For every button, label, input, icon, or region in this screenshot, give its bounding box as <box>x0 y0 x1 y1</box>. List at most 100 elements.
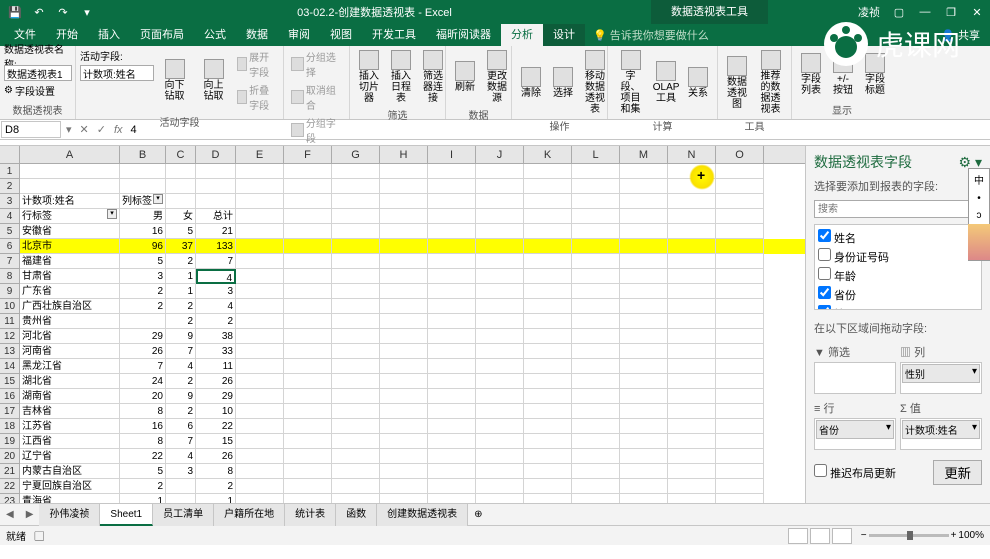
cell[interactable] <box>524 344 572 359</box>
cell[interactable] <box>716 374 764 389</box>
cell[interactable] <box>236 404 284 419</box>
cell[interactable] <box>236 299 284 314</box>
fields-items-btn[interactable]: 字段、项目和集 <box>612 48 649 117</box>
cell[interactable] <box>284 404 332 419</box>
tell-me[interactable]: 💡告诉我你想要做什么 <box>593 27 709 43</box>
cell[interactable] <box>524 404 572 419</box>
cell[interactable] <box>380 194 428 209</box>
cell[interactable] <box>428 194 476 209</box>
row-header[interactable]: 13 <box>0 344 20 359</box>
cell[interactable] <box>668 374 716 389</box>
cell[interactable] <box>668 344 716 359</box>
cell[interactable] <box>620 314 668 329</box>
filter-conn-btn[interactable]: 筛选器连接 <box>418 48 448 106</box>
cell[interactable] <box>284 254 332 269</box>
cell[interactable]: 1 <box>196 494 236 503</box>
minimize-icon[interactable]: — <box>912 0 938 24</box>
cell[interactable] <box>524 449 572 464</box>
cell[interactable]: 2 <box>196 314 236 329</box>
cell[interactable] <box>524 284 572 299</box>
plusminus-btn[interactable]: +/- 按钮 <box>828 48 858 101</box>
cell[interactable]: 广西壮族自治区 <box>20 299 120 314</box>
cell[interactable] <box>284 224 332 239</box>
cell[interactable] <box>476 224 524 239</box>
cell[interactable] <box>476 314 524 329</box>
cell[interactable] <box>166 194 196 209</box>
sheet-tab[interactable]: 户籍所在地 <box>214 504 285 526</box>
cell[interactable] <box>284 419 332 434</box>
cell[interactable] <box>380 344 428 359</box>
cell[interactable]: 2 <box>166 299 196 314</box>
cell[interactable] <box>332 164 380 179</box>
cell[interactable]: 38 <box>196 329 236 344</box>
cell[interactable] <box>20 179 120 194</box>
col-header-K[interactable]: K <box>524 146 572 163</box>
cell[interactable] <box>332 344 380 359</box>
cell[interactable] <box>284 329 332 344</box>
cell[interactable] <box>284 494 332 503</box>
cell[interactable]: 河北省 <box>20 329 120 344</box>
cell[interactable] <box>524 164 572 179</box>
cell[interactable] <box>236 374 284 389</box>
tab-nav-prev-icon[interactable]: ◀ <box>0 509 20 520</box>
cell[interactable]: 37 <box>166 239 196 254</box>
cell[interactable] <box>428 269 476 284</box>
cell[interactable] <box>332 434 380 449</box>
cell[interactable] <box>284 389 332 404</box>
tab-layout[interactable]: 页面布局 <box>130 24 194 46</box>
cell[interactable]: 5 <box>120 464 166 479</box>
cell[interactable]: 20 <box>120 389 166 404</box>
cell[interactable] <box>428 404 476 419</box>
cell[interactable] <box>476 404 524 419</box>
cell[interactable] <box>524 314 572 329</box>
cell[interactable] <box>380 269 428 284</box>
cell[interactable] <box>668 389 716 404</box>
cell[interactable] <box>428 389 476 404</box>
undo-icon[interactable]: ↶ <box>28 1 50 23</box>
cell[interactable]: 8 <box>120 404 166 419</box>
cell[interactable] <box>284 164 332 179</box>
cell[interactable]: 22 <box>120 449 166 464</box>
cell[interactable] <box>476 434 524 449</box>
cell[interactable]: 16 <box>120 224 166 239</box>
cell[interactable]: 内蒙古自治区 <box>20 464 120 479</box>
field-item[interactable]: 身份证号码 <box>818 247 978 266</box>
cell[interactable] <box>572 479 620 494</box>
cell[interactable]: 4 <box>196 269 236 284</box>
cell[interactable] <box>284 449 332 464</box>
cell[interactable] <box>120 314 166 329</box>
cell[interactable] <box>668 299 716 314</box>
update-button[interactable]: 更新 <box>933 460 982 485</box>
cell[interactable] <box>380 314 428 329</box>
share-btn[interactable]: 👤 共享 <box>931 27 990 43</box>
cell[interactable] <box>620 254 668 269</box>
cell[interactable] <box>332 419 380 434</box>
dropdown-icon[interactable]: ▾ <box>153 194 163 204</box>
cell[interactable] <box>716 434 764 449</box>
col-header-B[interactable]: B <box>120 146 166 163</box>
cell[interactable] <box>716 314 764 329</box>
olap-btn[interactable]: OLAP 工具 <box>651 48 681 117</box>
cell[interactable]: 21 <box>196 224 236 239</box>
cell[interactable] <box>428 254 476 269</box>
view-pagelayout-icon[interactable] <box>810 528 830 544</box>
cell[interactable] <box>572 449 620 464</box>
cell[interactable]: 3 <box>196 284 236 299</box>
cell[interactable] <box>716 194 764 209</box>
tab-design[interactable]: 设计 <box>543 24 585 46</box>
cell[interactable] <box>716 254 764 269</box>
cell[interactable] <box>620 224 668 239</box>
cell[interactable] <box>620 479 668 494</box>
cell[interactable]: 2 <box>166 314 196 329</box>
cell[interactable] <box>284 194 332 209</box>
cell[interactable] <box>524 494 572 503</box>
zoom-level[interactable]: 100% <box>958 530 984 541</box>
cell[interactable] <box>572 224 620 239</box>
cell[interactable] <box>236 284 284 299</box>
cell[interactable] <box>716 224 764 239</box>
row-header[interactable]: 17 <box>0 404 20 419</box>
cell[interactable]: 贵州省 <box>20 314 120 329</box>
field-item[interactable]: 省份 <box>818 285 978 304</box>
cell[interactable]: 吉林省 <box>20 404 120 419</box>
cell[interactable] <box>332 479 380 494</box>
